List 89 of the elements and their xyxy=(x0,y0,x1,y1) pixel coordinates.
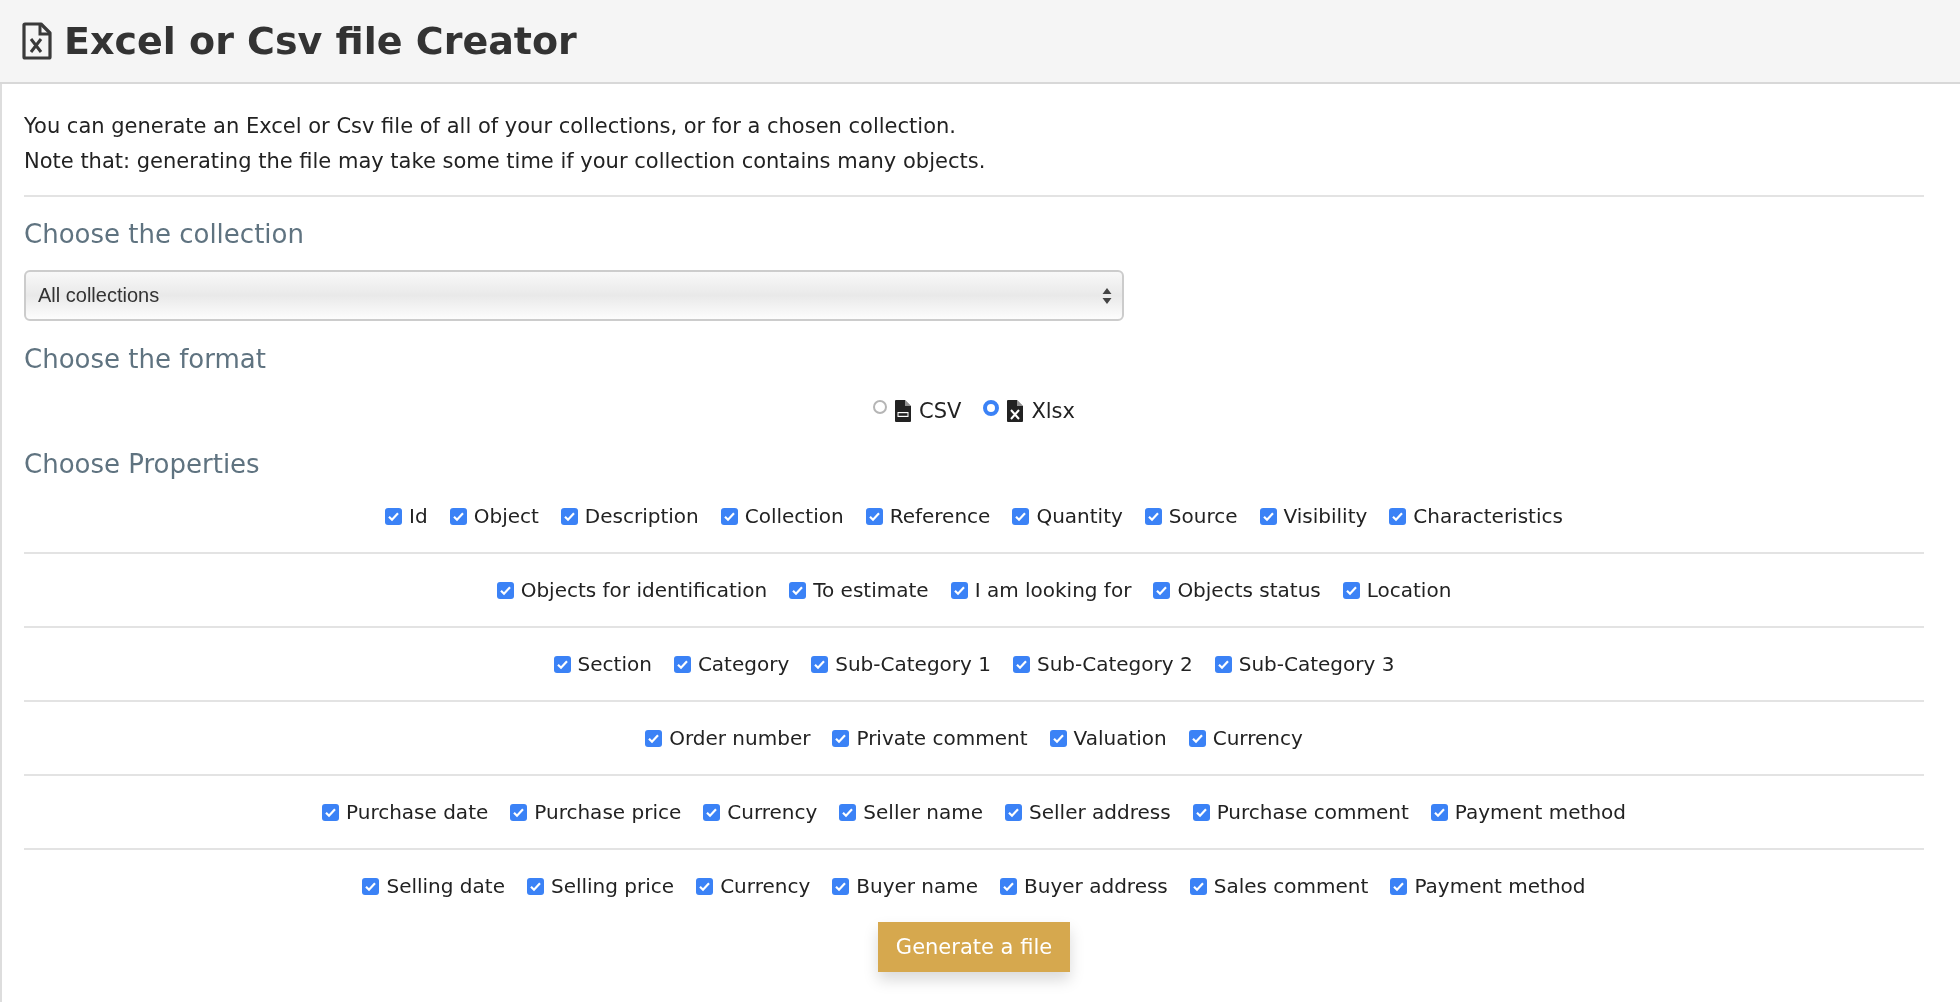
checkbox-label: Purchase price xyxy=(534,800,682,824)
intro-text: Note that: generating the file may take some time if your collection contains many objects. xyxy=(24,148,987,175)
checkbox-label: Sub-Category 2 xyxy=(1036,652,1193,676)
checkbox[interactable] xyxy=(1189,877,1207,895)
checkbox-label: Objects status xyxy=(1177,578,1321,602)
checkbox[interactable] xyxy=(839,803,857,821)
checkbox[interactable] xyxy=(1188,729,1206,747)
section-heading: Choose the collection xyxy=(24,218,305,250)
checkbox-label: Private comment xyxy=(856,726,1028,750)
checkbox[interactable] xyxy=(789,581,807,599)
checkbox-label: Order number xyxy=(669,726,811,750)
checkbox[interactable] xyxy=(1390,877,1408,895)
checkbox-label: Sub-Category 1 xyxy=(835,652,991,676)
checkbox-label: Reference xyxy=(889,504,991,528)
checkbox-label: Id xyxy=(409,504,428,528)
radio-label: CSV xyxy=(919,399,962,423)
checkbox[interactable] xyxy=(322,803,339,821)
radio-button[interactable] xyxy=(873,400,887,414)
checkbox[interactable] xyxy=(1144,507,1162,525)
checkbox[interactable] xyxy=(811,655,829,673)
checkbox[interactable] xyxy=(560,507,578,525)
radio-button[interactable] xyxy=(983,400,1000,416)
checkbox-label: Objects for identification xyxy=(520,578,768,602)
checkbox-label: Source xyxy=(1168,504,1238,528)
checkbox[interactable] xyxy=(553,655,571,673)
checkbox-label: Seller name xyxy=(863,800,984,824)
checkbox-label: Visibility xyxy=(1283,504,1368,528)
checkbox[interactable] xyxy=(832,877,850,895)
checkbox[interactable] xyxy=(1005,803,1023,821)
csv-file-icon xyxy=(895,400,911,422)
page-title: Excel or Csv file Creator xyxy=(64,19,577,63)
radio-label: Xlsx xyxy=(1031,399,1075,423)
checkbox-label: Selling date xyxy=(386,874,505,898)
checkbox-label: Buyer name xyxy=(856,874,979,898)
checkbox[interactable] xyxy=(1012,507,1030,525)
checkbox[interactable] xyxy=(696,877,714,895)
checkbox-label: Quantity xyxy=(1036,504,1123,528)
checkbox-label: Description xyxy=(584,504,699,528)
checkbox[interactable] xyxy=(1389,507,1407,525)
checkbox-label: Purchase date xyxy=(346,800,489,824)
checkbox-label: Characteristics xyxy=(1413,504,1563,528)
checkbox-label: Selling price xyxy=(550,874,675,898)
checkbox[interactable] xyxy=(449,507,467,525)
checkbox[interactable] xyxy=(865,507,883,525)
checkbox[interactable] xyxy=(720,507,738,525)
checkbox-label: Purchase comment xyxy=(1216,800,1409,824)
checkbox-label: Sub-Category 3 xyxy=(1238,652,1395,676)
excel-file-icon xyxy=(22,22,52,60)
checkbox[interactable] xyxy=(1259,507,1277,525)
checkbox[interactable] xyxy=(1000,877,1018,895)
checkbox[interactable] xyxy=(832,729,850,747)
checkbox-label: Object xyxy=(473,504,539,528)
collection-select[interactable]: All collections xyxy=(24,270,1124,321)
section-heading: Choose Properties xyxy=(24,448,261,480)
intro-text: You can generate an Excel or Csv file of all of your collections, or for a chosen collection. xyxy=(24,113,957,140)
checkbox-label: Payment method xyxy=(1414,874,1586,898)
checkbox-label: Collection xyxy=(744,504,844,528)
checkbox-label: To estimate xyxy=(813,578,929,602)
checkbox-label: Buyer address xyxy=(1024,874,1168,898)
checkbox[interactable] xyxy=(362,877,380,895)
checkbox[interactable] xyxy=(385,507,403,525)
checkbox[interactable] xyxy=(510,803,528,821)
checkbox[interactable] xyxy=(1012,655,1030,673)
checkbox-label: Location xyxy=(1366,578,1452,602)
excel-file-icon xyxy=(1007,400,1024,422)
checkbox[interactable] xyxy=(950,581,968,599)
sort-arrows-icon xyxy=(1102,286,1112,305)
checkbox-label: Currency xyxy=(727,800,818,824)
checkbox-label: I am looking for xyxy=(974,578,1132,602)
checkbox-label: Currency xyxy=(720,874,811,898)
section-heading: Choose the format xyxy=(24,343,267,375)
checkbox[interactable] xyxy=(1049,729,1067,747)
checkbox[interactable] xyxy=(1192,803,1210,821)
checkbox-label: Currency xyxy=(1212,726,1303,750)
checkbox[interactable] xyxy=(645,729,663,747)
checkbox[interactable] xyxy=(1214,655,1232,673)
checkbox-label: Category xyxy=(697,652,790,676)
checkbox[interactable] xyxy=(1342,581,1360,599)
checkbox[interactable] xyxy=(1153,581,1171,599)
checkbox-label: Sales comment xyxy=(1213,874,1369,898)
checkbox-label: Valuation xyxy=(1073,726,1167,750)
checkbox[interactable] xyxy=(1430,803,1448,821)
checkbox-label: Payment method xyxy=(1454,800,1626,824)
checkbox-label: Section xyxy=(577,652,652,676)
checkbox[interactable] xyxy=(526,877,544,895)
checkbox-label: Seller address xyxy=(1029,800,1171,824)
checkbox[interactable] xyxy=(673,655,691,673)
checkbox[interactable] xyxy=(703,803,721,821)
checkbox[interactable] xyxy=(496,581,514,599)
